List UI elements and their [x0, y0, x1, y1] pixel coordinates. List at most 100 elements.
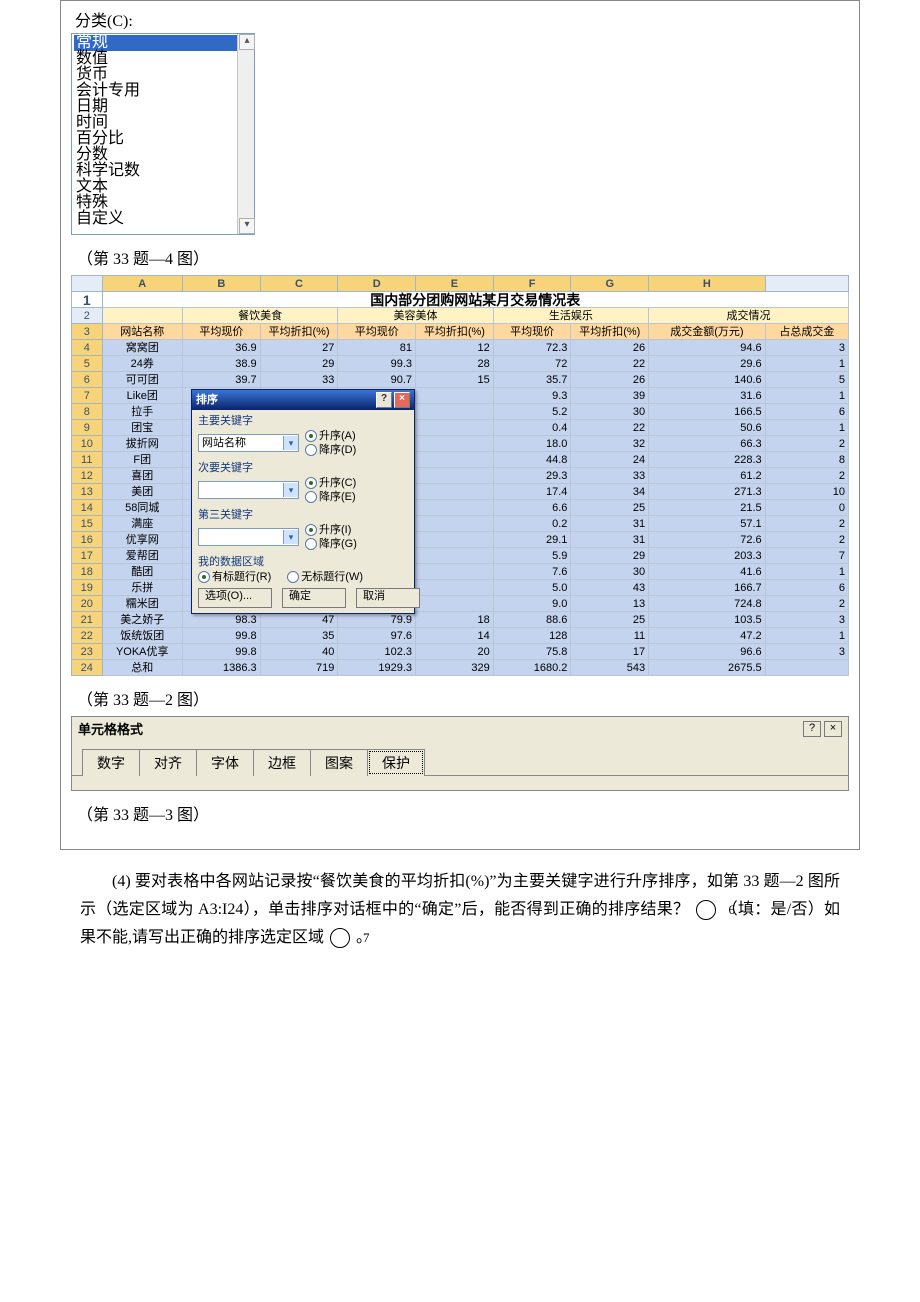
col-header[interactable]: D: [338, 276, 416, 292]
third-key-combo[interactable]: ▾: [198, 528, 299, 546]
table-row[interactable]: 4窝窝团36.927811272.32694.63: [72, 340, 849, 356]
col-header[interactable]: F: [493, 276, 571, 292]
corner-cell[interactable]: [72, 276, 103, 292]
tab-4[interactable]: 图案: [310, 749, 368, 776]
table-row[interactable]: 1458同城666.62521.50: [72, 500, 849, 516]
ok-button[interactable]: 确定: [282, 588, 346, 608]
close-icon[interactable]: ×: [824, 721, 842, 737]
table-row[interactable]: 16优享网84.729.13172.62: [72, 532, 849, 548]
sort-dialog-titlebar[interactable]: 排序 ? ×: [192, 390, 414, 410]
category-option[interactable]: 自定义: [74, 211, 254, 227]
table-row[interactable]: 23YOKA优享99.840102.32075.81796.63: [72, 644, 849, 660]
has-header-radio[interactable]: 有标题行(R): [198, 570, 271, 584]
row-header[interactable]: 21: [72, 612, 103, 628]
secondary-asc-radio[interactable]: 升序(C): [305, 476, 356, 490]
category-listbox[interactable]: 常规数值货币会计专用日期时间百分比分数科学记数文本特殊自定义 ▴ ▾: [71, 33, 255, 235]
secondary-key-combo[interactable]: ▾: [198, 481, 299, 499]
category-option[interactable]: 分数: [74, 147, 254, 163]
category-option[interactable]: 日期: [74, 99, 254, 115]
row-header[interactable]: 2: [72, 308, 103, 324]
table-row[interactable]: 22饭统饭团99.83597.6141281147.21: [72, 628, 849, 644]
secondary-desc-radio[interactable]: 降序(E): [305, 490, 356, 504]
primary-asc-radio[interactable]: 升序(A): [305, 429, 356, 443]
category-option[interactable]: 百分比: [74, 131, 254, 147]
chevron-down-icon[interactable]: ▾: [283, 530, 298, 544]
tab-2[interactable]: 字体: [196, 749, 254, 776]
row-header[interactable]: 1: [72, 292, 103, 308]
tab-0[interactable]: 数字: [82, 749, 140, 776]
table-row[interactable]: 6可可团39.73390.71535.726140.65: [72, 372, 849, 388]
row-header[interactable]: 15: [72, 516, 103, 532]
table-row[interactable]: 21美之娇子98.34779.91888.625103.53: [72, 612, 849, 628]
col-header[interactable]: [765, 276, 848, 292]
help-icon[interactable]: ?: [803, 721, 821, 737]
col-header[interactable]: E: [416, 276, 494, 292]
primary-desc-radio[interactable]: 降序(D): [305, 443, 356, 457]
row-header[interactable]: 11: [72, 452, 103, 468]
table-row[interactable]: 7Like团44.19.33931.61: [72, 388, 849, 404]
scroll-down-icon[interactable]: ▾: [239, 218, 255, 234]
col-header[interactable]: C: [260, 276, 338, 292]
listbox-scrollbar[interactable]: ▴ ▾: [237, 34, 254, 234]
table-row[interactable]: 12喜团60.329.33361.22: [72, 468, 849, 484]
cancel-button[interactable]: 取消: [356, 588, 420, 608]
category-option[interactable]: 文本: [74, 179, 254, 195]
chevron-down-icon[interactable]: ▾: [283, 436, 298, 450]
category-option[interactable]: 会计专用: [74, 83, 254, 99]
tab-1[interactable]: 对齐: [139, 749, 197, 776]
table-row[interactable]: 19乐拼93.35.043166.76: [72, 580, 849, 596]
category-option[interactable]: 科学记数: [74, 163, 254, 179]
category-option[interactable]: 时间: [74, 115, 254, 131]
category-option[interactable]: 货币: [74, 67, 254, 83]
row-header[interactable]: 13: [72, 484, 103, 500]
table-row[interactable]: 18酷团897.63041.61: [72, 564, 849, 580]
tab-5[interactable]: 保护: [367, 749, 425, 776]
row-header[interactable]: 17: [72, 548, 103, 564]
table-row[interactable]: 15满座78.20.23157.12: [72, 516, 849, 532]
table-row[interactable]: 13美团60.617.434271.310: [72, 484, 849, 500]
row-header[interactable]: 14: [72, 500, 103, 516]
close-icon[interactable]: ×: [394, 392, 410, 408]
col-header[interactable]: A: [102, 276, 182, 292]
row-header[interactable]: 8: [72, 404, 103, 420]
table-row[interactable]: 11F团59.444.824228.38: [72, 452, 849, 468]
category-option[interactable]: 常规: [74, 35, 254, 51]
row-header[interactable]: 3: [72, 324, 103, 340]
col-header[interactable]: H: [649, 276, 766, 292]
table-row[interactable]: 24总和1386.37191929.33291680.25432675.5: [72, 660, 849, 676]
options-button[interactable]: 选项(O)...: [198, 588, 272, 608]
scroll-up-icon[interactable]: ▴: [239, 34, 255, 50]
row-header[interactable]: 7: [72, 388, 103, 404]
row-header[interactable]: 18: [72, 564, 103, 580]
row-header[interactable]: 6: [72, 372, 103, 388]
row-header[interactable]: 12: [72, 468, 103, 484]
row-header[interactable]: 10: [72, 436, 103, 452]
row-header[interactable]: 22: [72, 628, 103, 644]
category-option[interactable]: 数值: [74, 51, 254, 67]
tab-3[interactable]: 边框: [253, 749, 311, 776]
col-header[interactable]: B: [182, 276, 260, 292]
table-row[interactable]: 10拔折网59.418.03266.32: [72, 436, 849, 452]
table-row[interactable]: 524券38.92999.328722229.61: [72, 356, 849, 372]
table-row[interactable]: 20糯米团989.013724.82: [72, 596, 849, 612]
spreadsheet[interactable]: ABCDEFGH 1国内部分团购网站某月交易情况表2餐饮美食美容美体生活娱乐成交…: [71, 275, 849, 676]
row-header[interactable]: 16: [72, 532, 103, 548]
row-header[interactable]: 24: [72, 660, 103, 676]
help-icon[interactable]: ?: [376, 392, 392, 408]
row-header[interactable]: 23: [72, 644, 103, 660]
chevron-down-icon[interactable]: ▾: [283, 483, 298, 497]
row-header[interactable]: 4: [72, 340, 103, 356]
row-header[interactable]: 19: [72, 580, 103, 596]
table-row[interactable]: 9团宝47.70.42250.61: [72, 420, 849, 436]
table-row[interactable]: 8拉手47.15.230166.56: [72, 404, 849, 420]
third-asc-radio[interactable]: 升序(I): [305, 523, 357, 537]
table-row[interactable]: 17爱帮团85.15.929203.37: [72, 548, 849, 564]
row-header[interactable]: 5: [72, 356, 103, 372]
row-header[interactable]: 9: [72, 420, 103, 436]
col-header[interactable]: G: [571, 276, 649, 292]
third-desc-radio[interactable]: 降序(G): [305, 537, 357, 551]
no-header-radio[interactable]: 无标题行(W): [287, 570, 363, 584]
row-header[interactable]: 20: [72, 596, 103, 612]
category-option[interactable]: 特殊: [74, 195, 254, 211]
primary-key-combo[interactable]: 网站名称 ▾: [198, 434, 299, 452]
